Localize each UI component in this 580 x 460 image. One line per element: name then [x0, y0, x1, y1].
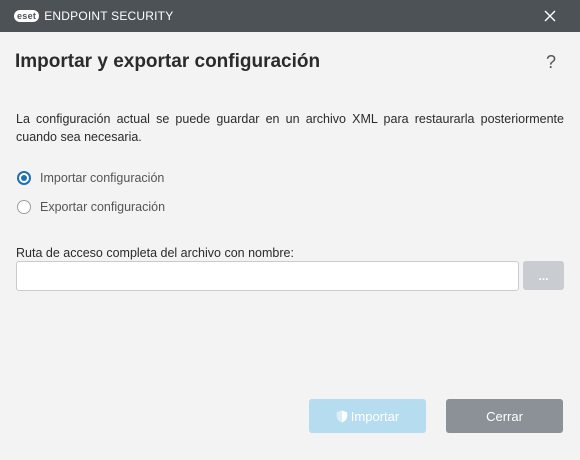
- help-icon[interactable]: ?: [546, 52, 556, 73]
- brand-badge: eset: [14, 10, 40, 22]
- export-radio[interactable]: [17, 200, 31, 214]
- browse-button[interactable]: ...: [523, 261, 564, 290]
- close-button-label: Cerrar: [486, 408, 523, 424]
- path-input[interactable]: [16, 261, 519, 291]
- eset-logo: eset ENDPOINT SECURITY: [14, 9, 174, 23]
- product-name: ENDPOINT SECURITY: [44, 9, 174, 23]
- close-window-button[interactable]: [542, 8, 558, 24]
- path-field-label: Ruta de acceso completa del archivo con …: [16, 246, 294, 260]
- export-option-label: Exportar configuración: [40, 200, 166, 214]
- import-button[interactable]: Importar: [309, 399, 426, 433]
- shield-icon: [336, 410, 347, 422]
- title-bar: eset ENDPOINT SECURITY: [0, 0, 580, 32]
- import-option[interactable]: Importar configuración: [17, 171, 164, 185]
- close-button[interactable]: Cerrar: [446, 399, 563, 433]
- import-radio[interactable]: [17, 171, 31, 185]
- import-button-label: Importar: [350, 408, 400, 424]
- close-icon: [544, 10, 556, 22]
- page-title: Importar y exportar configuración: [15, 51, 321, 72]
- export-option[interactable]: Exportar configuración: [17, 200, 165, 214]
- import-option-label: Importar configuración: [40, 171, 165, 185]
- description-text: La configuración actual se puede guardar…: [16, 112, 564, 144]
